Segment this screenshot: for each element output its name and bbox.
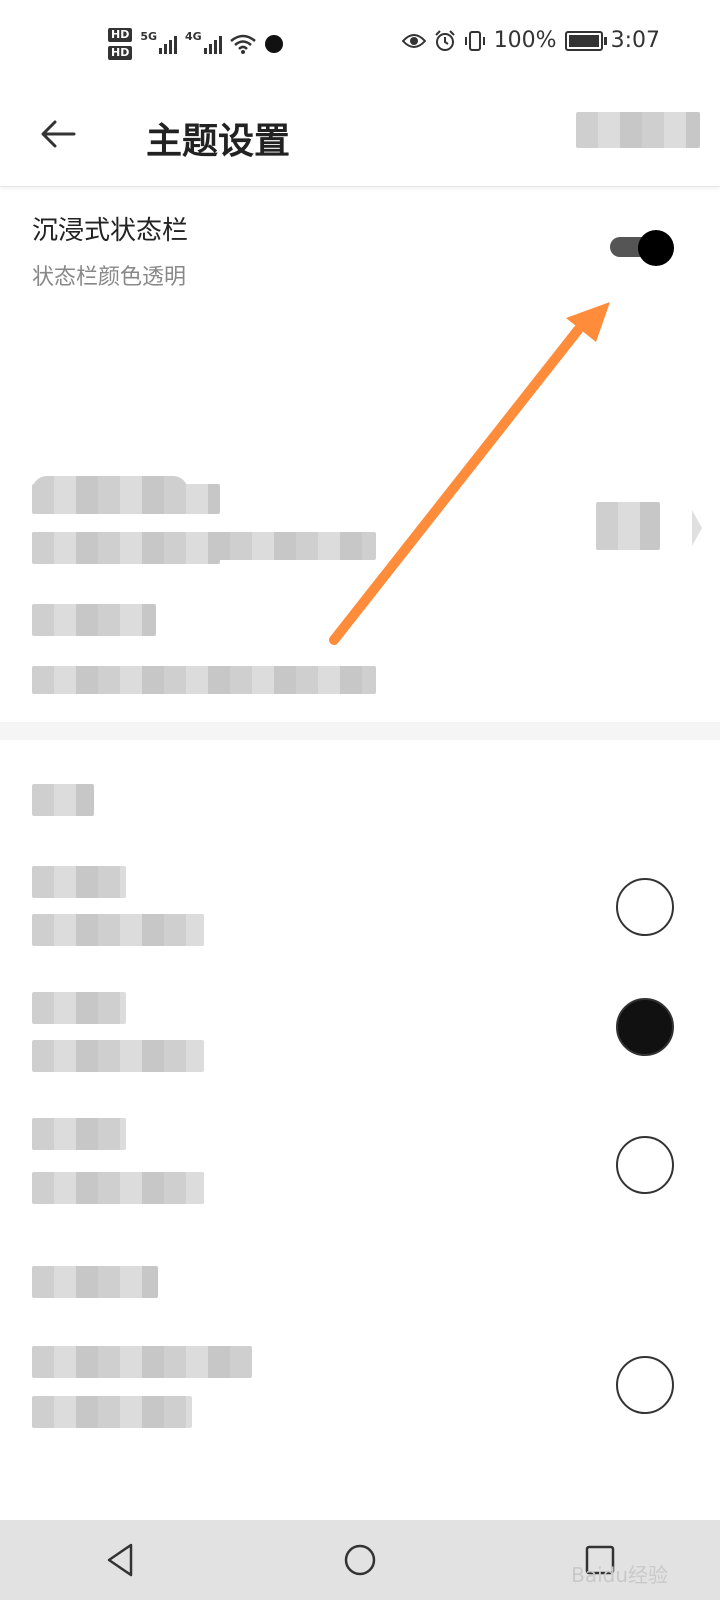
obscured-option-title (32, 1346, 252, 1378)
obscured-option-title (32, 866, 126, 898)
theme-option-row[interactable] (0, 1102, 720, 1230)
obscured-option-subtitle (32, 1040, 204, 1072)
status-bar-right: 100% 3:07 (401, 28, 660, 53)
theme-option-row[interactable] (0, 1328, 720, 1448)
obscured-setting-row[interactable] (0, 586, 720, 722)
signal-5g-icon (159, 34, 178, 54)
baidu-jingyan-watermark: Baidu经验 (571, 1563, 668, 1587)
obscured-option-subtitle (32, 1172, 204, 1204)
battery-percent: 100% (493, 28, 557, 53)
header-action-obscured[interactable] (576, 112, 700, 148)
vibrate-icon (464, 30, 485, 51)
app-notification-icon (264, 35, 283, 53)
obscured-title (32, 476, 188, 506)
immersive-status-bar-row[interactable]: 沉浸式状态栏 状态栏颜色透明 (0, 186, 720, 326)
nav-back-button[interactable] (90, 1530, 150, 1590)
theme-option-radio[interactable] (616, 878, 674, 936)
clock-time: 3:07 (610, 28, 660, 53)
obscured-title (32, 604, 156, 636)
obscured-section-header (0, 740, 720, 846)
hd-indicators: HD HD (108, 28, 133, 60)
app-bar: 主题设置 (0, 90, 720, 187)
theme-option-row[interactable] (0, 846, 720, 974)
hd2-badge: HD (108, 46, 133, 60)
back-arrow-icon (41, 120, 76, 148)
theme-option-radio[interactable] (616, 1136, 674, 1194)
nav-home-button[interactable] (330, 1530, 390, 1590)
battery-icon (564, 30, 607, 51)
theme-option-row[interactable] (0, 974, 720, 1102)
toggle-thumb (638, 230, 674, 266)
theme-option-radio[interactable] (616, 1356, 674, 1414)
obscured-setting-row[interactable] (0, 456, 720, 586)
immersive-status-bar-title: 沉浸式状态栏 (32, 216, 189, 246)
immersive-status-bar-subtitle: 状态栏颜色透明 (32, 265, 187, 290)
obscured-subtitle (32, 666, 376, 694)
obscured-setting-row[interactable] (0, 326, 720, 564)
page-title: 主题设置 (146, 121, 291, 162)
obscured-option-title (32, 992, 126, 1024)
status-bar: HD HD 5G 4G 100% 3:07 (0, 0, 720, 90)
back-button[interactable] (34, 110, 82, 158)
settings-list: 沉浸式状态栏 状态栏颜色透明 (0, 186, 720, 1448)
obscured-option-subtitle (32, 914, 204, 946)
network-5g-label: 5G (140, 29, 158, 43)
eye-icon (401, 33, 426, 48)
alarm-icon (434, 29, 455, 51)
obscured-subtitle (32, 532, 376, 560)
obscured-option-subtitle (32, 1396, 192, 1428)
wifi-icon (229, 34, 256, 54)
theme-option-row[interactable] (0, 1230, 720, 1328)
section-divider (0, 722, 720, 740)
theme-option-radio-selected[interactable] (616, 998, 674, 1056)
hd1-badge: HD (108, 28, 133, 42)
status-bar-left: HD HD 5G 4G (108, 28, 284, 60)
nav-back-triangle-icon (107, 1543, 133, 1577)
obscured-section-title (32, 784, 94, 816)
signal-4g-icon (203, 34, 222, 54)
immersive-status-bar-toggle[interactable] (610, 230, 674, 266)
obscured-option-title (32, 1118, 126, 1150)
network-4g-label: 4G (185, 29, 202, 43)
obscured-option-title (32, 1266, 158, 1298)
nav-home-circle-icon (344, 1544, 376, 1576)
